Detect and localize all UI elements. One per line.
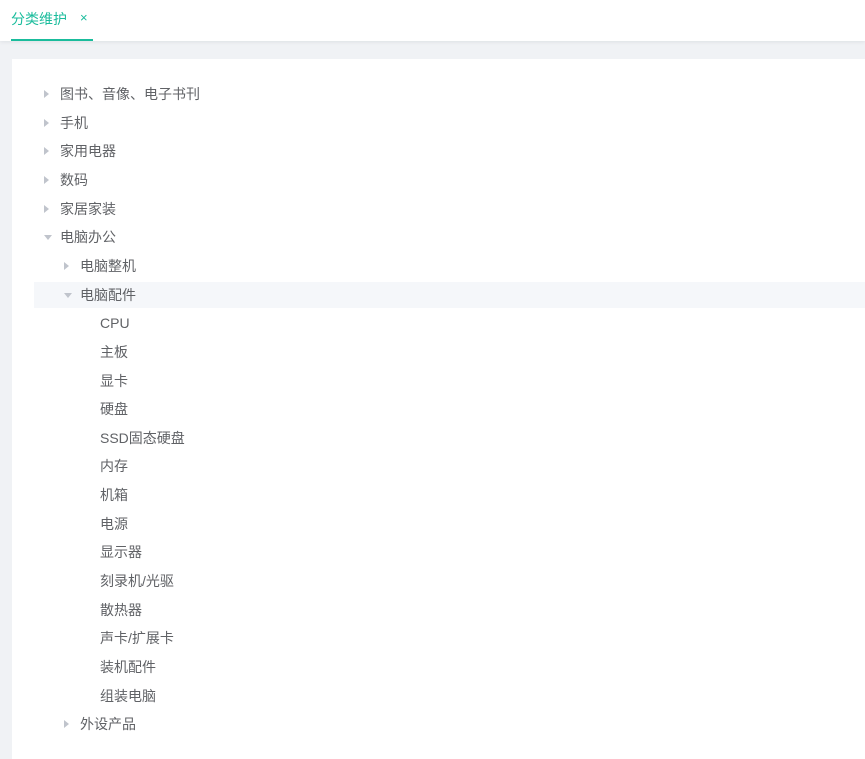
caret-right-icon[interactable] [44,90,49,98]
tree-node[interactable]: 刻录机/光驱 [34,568,865,594]
tree-node-label: 组装电脑 [100,687,156,704]
tree-node-label: 刻录机/光驱 [100,573,174,590]
caret-down-icon[interactable] [64,292,72,298]
tree-node-label: 电脑整机 [80,257,136,274]
caret-down-icon[interactable] [44,235,52,241]
content-panel: 图书、音像、电子书刊 手机家用电器数码家居家装电脑办公电脑整机电脑配件 CPU 主板显… [12,59,865,759]
tree-node[interactable]: 电源 [34,511,865,537]
tree-node-label: CPU [100,315,130,332]
caret-right-icon[interactable] [44,204,49,213]
tree-node-label: 显卡 [100,372,128,389]
tree-node[interactable]: 手机 [34,110,865,136]
tree-node[interactable]: 家用电器 [34,138,865,164]
tree-node[interactable]: 组装电脑 [34,683,865,709]
tree-node-label: 散热器 [100,601,142,618]
tree-node-label: 外设产品 [80,716,136,733]
tree-node[interactable]: CPU [34,310,865,336]
tree-node-label: 主板 [100,343,128,360]
tree-node[interactable]: 图书、音像、电子书刊 [34,81,865,107]
tree-node[interactable]: 散热器 [34,597,865,623]
caret-right-icon[interactable] [44,118,49,127]
tree-node-label: 图书、音像、电子书刊 [60,86,200,102]
tree-node[interactable]: 内存 [34,453,865,479]
tree-node-label: 电脑办公 [60,229,116,246]
tree-node-label: 数码 [60,171,88,188]
tree-node-label: 内存 [100,458,128,475]
tree-node-label: 声卡/扩展卡 [100,630,174,647]
tree-node[interactable]: 电脑办公 [34,224,865,250]
tree-node-label: 机箱 [100,487,128,504]
tree-node[interactable]: 外设产品 [34,711,865,737]
tree-node-label: 家用电器 [60,143,116,160]
tree-node-label: 家居家装 [60,200,116,217]
tree-node[interactable]: 显示器 [34,539,865,565]
tree-node-label: SSD固态硬盘 [100,429,185,446]
tree-node-label: 硬盘 [100,401,128,418]
tab-category-maintenance[interactable]: 分类维护 × [11,0,93,41]
tab-bar: 分类维护 × [0,0,865,41]
tree-node-label: 手机 [60,114,88,131]
tree-node[interactable]: SSD固态硬盘 [34,425,865,451]
tree-node[interactable]: 主板 [34,339,865,365]
tree-node-selected[interactable]: 电脑配件 [34,281,865,308]
tree-node[interactable]: 声卡/扩展卡 [34,625,865,651]
tree-node[interactable]: 机箱 [34,482,865,508]
tree-node[interactable]: 数码 [34,167,865,193]
tree-node[interactable]: 电脑整机 [34,253,865,279]
tab-label: 分类维护 [11,11,67,27]
tree-node[interactable]: 显卡 [34,368,865,394]
tree-node-label: 装机配件 [100,659,156,675]
tree-node[interactable]: 家居家装 [34,196,865,222]
caret-right-icon[interactable] [44,147,49,156]
caret-right-icon[interactable] [64,261,69,270]
close-icon[interactable]: × [80,10,88,26]
tree-node-label: 显示器 [100,544,142,561]
tree-node-label: 电脑配件 [80,286,136,303]
caret-right-icon[interactable] [64,720,69,729]
tree-node[interactable]: 装机配件 [34,654,865,680]
tree-node-label: 电源 [100,515,128,532]
tree-node[interactable]: 硬盘 [34,396,865,422]
caret-right-icon[interactable] [44,175,49,184]
